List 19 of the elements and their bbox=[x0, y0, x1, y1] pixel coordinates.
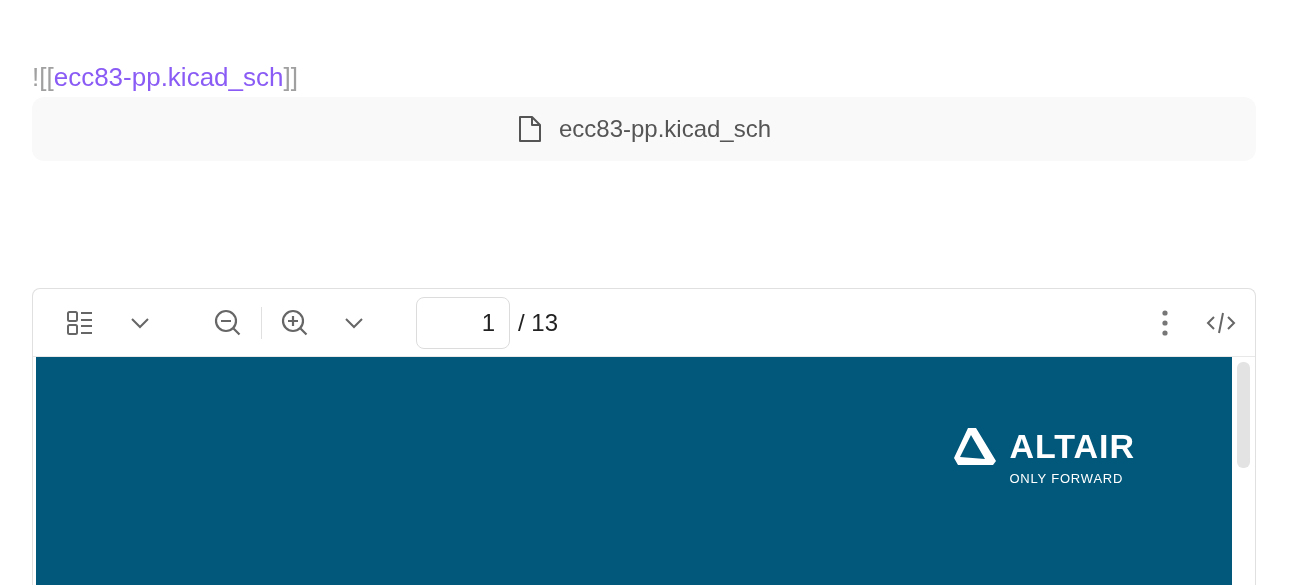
code-icon bbox=[1205, 310, 1237, 335]
embed-link[interactable]: ecc83-pp.kicad_sch bbox=[53, 62, 284, 92]
scrollbar-thumb[interactable] bbox=[1237, 362, 1250, 468]
triangle-logo-icon bbox=[953, 427, 998, 465]
file-name: ecc83-pp.kicad_sch bbox=[558, 115, 772, 143]
logo-name: ALTAIR bbox=[1009, 427, 1135, 465]
zoom-out-icon bbox=[213, 307, 243, 338]
page-count: / 13 bbox=[518, 308, 559, 337]
zoom-in-icon bbox=[280, 307, 310, 338]
list-view-icon bbox=[66, 308, 94, 337]
embed-suffix: ]] bbox=[283, 62, 298, 92]
logo-tagline: ONLY FORWARD bbox=[1009, 471, 1124, 487]
file-embed-card[interactable]: ecc83-pp.kicad_sch bbox=[32, 97, 1256, 161]
chevron-down-icon bbox=[344, 316, 364, 329]
file-icon bbox=[516, 114, 543, 144]
page-number-field[interactable]: 1 bbox=[416, 296, 510, 349]
chevron-down-icon bbox=[130, 316, 150, 329]
more-icon bbox=[1162, 309, 1168, 336]
embed-prefix: ![[ bbox=[32, 62, 54, 92]
